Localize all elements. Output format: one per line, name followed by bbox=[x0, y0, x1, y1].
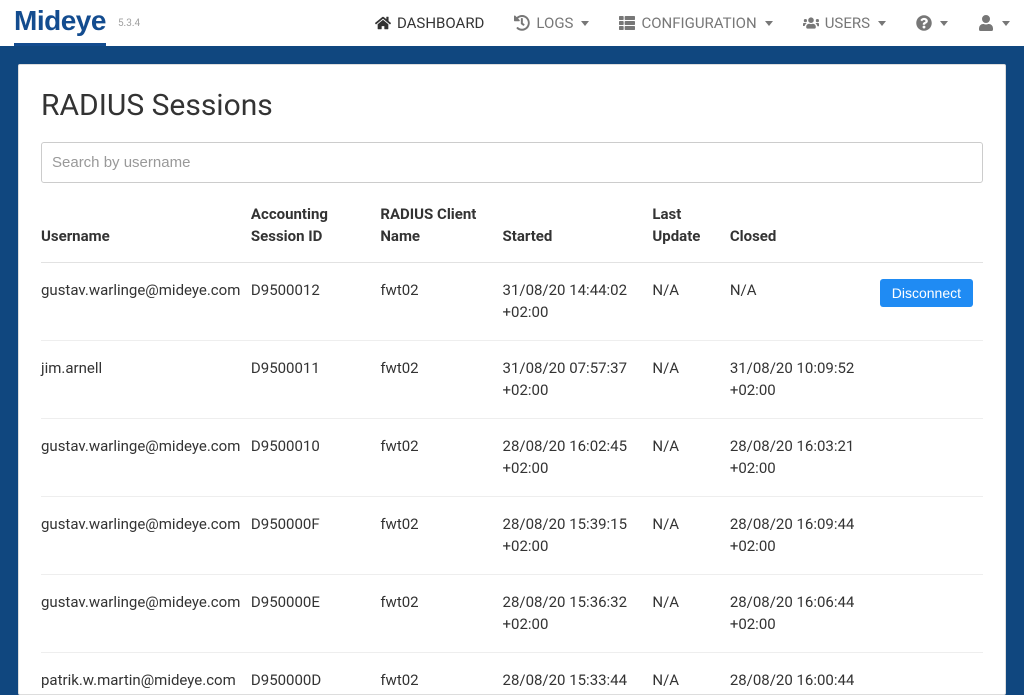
chevron-down-icon bbox=[581, 21, 589, 26]
chevron-down-icon bbox=[765, 21, 773, 26]
th-last-update: Last Update bbox=[652, 189, 729, 263]
nav-account[interactable] bbox=[978, 15, 1010, 31]
nav-dashboard-label: DASHBOARD bbox=[397, 12, 484, 35]
cell-action bbox=[880, 652, 983, 695]
cell-last_update: N/A bbox=[652, 652, 729, 695]
cell-last_update: N/A bbox=[652, 340, 729, 418]
cell-session_id: D950000F bbox=[251, 496, 380, 574]
cell-username: gustav.warlinge@mideye.com bbox=[41, 418, 251, 496]
main-panel: RADIUS Sessions Username Accounting Sess… bbox=[18, 64, 1006, 695]
cell-started: 28/08/20 15:36:32 +02:00 bbox=[503, 574, 653, 652]
cell-closed: 28/08/20 16:09:44 +02:00 bbox=[730, 496, 880, 574]
th-username: Username bbox=[41, 189, 251, 263]
cell-username: patrik.w.martin@mideye.com bbox=[41, 652, 251, 695]
nav-configuration[interactable]: CONFIGURATION bbox=[619, 12, 772, 35]
disconnect-button[interactable]: Disconnect bbox=[880, 279, 973, 307]
chevron-down-icon bbox=[940, 21, 948, 26]
cell-action: Disconnect bbox=[880, 262, 983, 340]
nav-logs-label: LOGS bbox=[536, 12, 573, 35]
cell-last_update: N/A bbox=[652, 574, 729, 652]
brand-version: 5.3.4 bbox=[118, 16, 140, 31]
th-session-id: Accounting Session ID bbox=[251, 189, 380, 263]
table-row: gustav.warlinge@mideye.comD950000Efwt022… bbox=[41, 574, 983, 652]
chevron-down-icon bbox=[1002, 21, 1010, 26]
users-icon bbox=[803, 15, 819, 31]
search-wrap bbox=[41, 142, 983, 183]
cell-last_update: N/A bbox=[652, 496, 729, 574]
cell-client: fwt02 bbox=[380, 340, 502, 418]
table-row: gustav.warlinge@mideye.comD9500012fwt023… bbox=[41, 262, 983, 340]
cell-action bbox=[880, 496, 983, 574]
cell-last_update: N/A bbox=[652, 418, 729, 496]
cell-client: fwt02 bbox=[380, 262, 502, 340]
content-frame: RADIUS Sessions Username Accounting Sess… bbox=[0, 46, 1024, 695]
cell-started: 31/08/20 07:57:37 +02:00 bbox=[503, 340, 653, 418]
th-started: Started bbox=[503, 189, 653, 263]
cell-client: fwt02 bbox=[380, 652, 502, 695]
cell-closed: 28/08/20 16:03:21 +02:00 bbox=[730, 418, 880, 496]
table-row: patrik.w.martin@mideye.comD950000Dfwt022… bbox=[41, 652, 983, 695]
cell-action bbox=[880, 574, 983, 652]
history-icon bbox=[514, 15, 530, 31]
cell-started: 28/08/20 16:02:45 +02:00 bbox=[503, 418, 653, 496]
cell-username: gustav.warlinge@mideye.com bbox=[41, 496, 251, 574]
th-client: RADIUS Client Name bbox=[380, 189, 502, 263]
brand: Mideye 5.3.4 bbox=[14, 0, 140, 46]
cell-username: gustav.warlinge@mideye.com bbox=[41, 262, 251, 340]
cell-client: fwt02 bbox=[380, 574, 502, 652]
page-title: RADIUS Sessions bbox=[41, 83, 983, 128]
user-icon bbox=[978, 15, 994, 31]
cell-client: fwt02 bbox=[380, 496, 502, 574]
cell-closed: 28/08/20 16:06:44 +02:00 bbox=[730, 574, 880, 652]
cell-started: 28/08/20 15:39:15 +02:00 bbox=[503, 496, 653, 574]
home-icon bbox=[375, 15, 391, 31]
nav-users-label: USERS bbox=[825, 12, 870, 35]
cell-session_id: D950000D bbox=[251, 652, 380, 695]
question-circle-icon bbox=[916, 15, 932, 31]
table-row: gustav.warlinge@mideye.comD9500010fwt022… bbox=[41, 418, 983, 496]
cell-closed: N/A bbox=[730, 262, 880, 340]
nav-configuration-label: CONFIGURATION bbox=[641, 12, 756, 35]
cell-started: 31/08/20 14:44:02 +02:00 bbox=[503, 262, 653, 340]
cell-session_id: D950000E bbox=[251, 574, 380, 652]
nav-links: DASHBOARD LOGS CONFIGURATION USERS bbox=[375, 12, 1010, 35]
top-navbar: Mideye 5.3.4 DASHBOARD LOGS CONFIGURATIO… bbox=[0, 0, 1024, 46]
cell-username: jim.arnell bbox=[41, 340, 251, 418]
th-list-icon bbox=[619, 15, 635, 31]
cell-closed: 28/08/20 16:00:44 +02:00 bbox=[730, 652, 880, 695]
nav-users[interactable]: USERS bbox=[803, 12, 886, 35]
cell-session_id: D9500012 bbox=[251, 262, 380, 340]
nav-dashboard[interactable]: DASHBOARD bbox=[375, 12, 484, 35]
nav-help[interactable] bbox=[916, 15, 948, 31]
th-action bbox=[880, 189, 983, 263]
th-closed: Closed bbox=[730, 189, 880, 263]
search-input[interactable] bbox=[52, 154, 972, 171]
cell-closed: 31/08/20 10:09:52 +02:00 bbox=[730, 340, 880, 418]
sessions-table: Username Accounting Session ID RADIUS Cl… bbox=[41, 189, 983, 695]
cell-started: 28/08/20 15:33:44 +02:00 bbox=[503, 652, 653, 695]
cell-action bbox=[880, 418, 983, 496]
cell-session_id: D9500011 bbox=[251, 340, 380, 418]
chevron-down-icon bbox=[878, 21, 886, 26]
cell-username: gustav.warlinge@mideye.com bbox=[41, 574, 251, 652]
table-row: jim.arnellD9500011fwt0231/08/20 07:57:37… bbox=[41, 340, 983, 418]
cell-action bbox=[880, 340, 983, 418]
cell-client: fwt02 bbox=[380, 418, 502, 496]
cell-session_id: D9500010 bbox=[251, 418, 380, 496]
table-row: gustav.warlinge@mideye.comD950000Ffwt022… bbox=[41, 496, 983, 574]
brand-name: Mideye bbox=[14, 0, 106, 46]
cell-last_update: N/A bbox=[652, 262, 729, 340]
nav-logs[interactable]: LOGS bbox=[514, 12, 589, 35]
